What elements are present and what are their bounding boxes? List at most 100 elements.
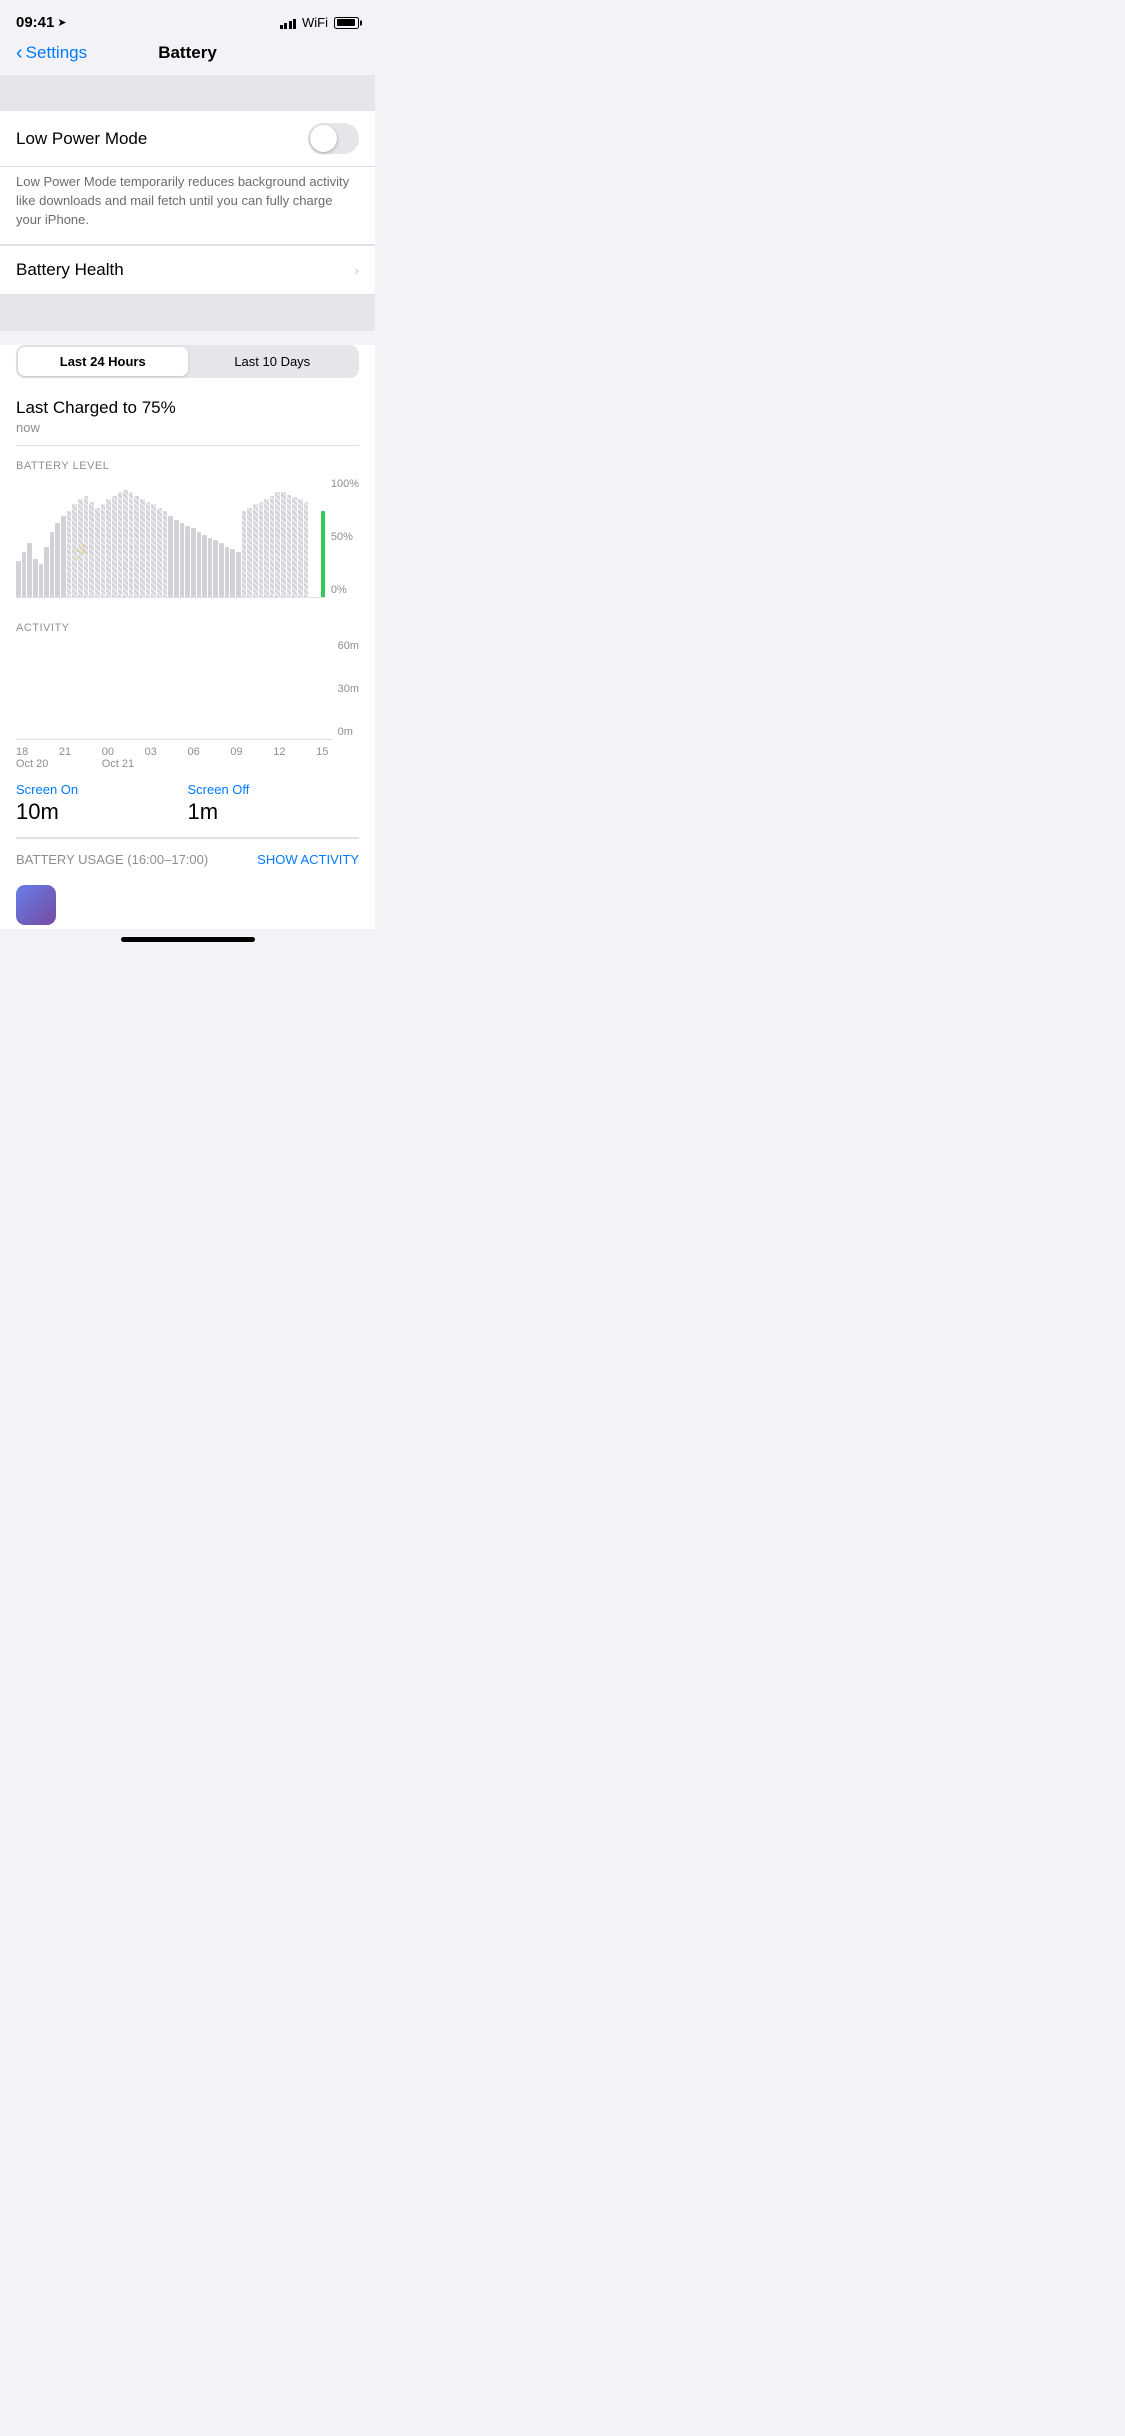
battery-bar bbox=[213, 540, 218, 597]
x-label-03: 03 bbox=[145, 746, 188, 770]
y-label-30m: 30m bbox=[338, 683, 359, 695]
toggle-thumb bbox=[310, 125, 337, 152]
battery-bar bbox=[27, 543, 32, 597]
battery-bar bbox=[22, 552, 27, 597]
battery-bar bbox=[270, 496, 275, 597]
battery-bar bbox=[197, 532, 202, 597]
battery-health-label: Battery Health bbox=[16, 260, 124, 280]
nav-bar: ‹ Settings Battery bbox=[0, 35, 375, 75]
battery-bar bbox=[134, 496, 139, 597]
x-label-06: 06 bbox=[188, 746, 231, 770]
battery-bar bbox=[168, 516, 173, 597]
battery-bar bbox=[264, 499, 269, 597]
battery-bar bbox=[151, 504, 156, 597]
low-power-description: Low Power Mode temporarily reduces backg… bbox=[0, 167, 375, 245]
x-axis-labels: 18 Oct 20 21 00 Oct 21 03 06 09 12 15 bbox=[16, 742, 359, 770]
battery-bar bbox=[202, 535, 207, 597]
time-range-segment[interactable]: Last 24 Hours Last 10 Days bbox=[16, 345, 359, 378]
screen-stats: Screen On 10m Screen Off 1m bbox=[16, 770, 359, 838]
status-bar: 09:41 ➤ WiFi bbox=[0, 0, 375, 35]
battery-bar bbox=[225, 547, 230, 597]
battery-bar bbox=[16, 561, 21, 597]
battery-bar bbox=[101, 504, 106, 597]
battery-bar bbox=[89, 502, 94, 597]
y-label-0: 0% bbox=[331, 584, 359, 596]
battery-bar bbox=[95, 508, 100, 597]
battery-bar bbox=[253, 504, 258, 597]
y-label-50: 50% bbox=[331, 531, 359, 543]
low-power-mode-row: Low Power Mode bbox=[0, 111, 375, 167]
settings-section-low-power: Low Power Mode Low Power Mode temporaril… bbox=[0, 111, 375, 245]
battery-health-row[interactable]: Battery Health › bbox=[0, 246, 375, 294]
battery-status-icon bbox=[334, 17, 359, 29]
low-power-mode-toggle[interactable] bbox=[308, 123, 359, 154]
back-button[interactable]: ‹ Settings bbox=[16, 43, 87, 63]
activity-chart: 60m 30m 0m bbox=[16, 640, 359, 740]
battery-bar bbox=[123, 490, 128, 597]
battery-bar bbox=[129, 492, 134, 597]
battery-bar bbox=[61, 516, 66, 597]
battery-level-label: BATTERY LEVEL bbox=[16, 446, 359, 478]
x-label-21: 21 bbox=[59, 746, 102, 770]
back-label: Settings bbox=[26, 43, 87, 63]
battery-bar bbox=[287, 495, 292, 597]
battery-bar bbox=[236, 552, 241, 597]
show-activity-button[interactable]: SHOW ACTIVITY bbox=[257, 852, 359, 867]
battery-bar bbox=[180, 523, 185, 597]
battery-bar bbox=[112, 496, 117, 597]
low-power-mode-label: Low Power Mode bbox=[16, 129, 147, 149]
battery-bar bbox=[208, 538, 213, 598]
battery-bar bbox=[84, 496, 89, 597]
screen-off-value: 1m bbox=[188, 799, 360, 825]
activity-label: ACTIVITY bbox=[16, 608, 359, 640]
battery-bar bbox=[292, 497, 297, 597]
x-label-18: 18 Oct 20 bbox=[16, 746, 59, 770]
battery-bar bbox=[55, 523, 60, 597]
battery-bar bbox=[304, 502, 309, 597]
screen-on-label: Screen On bbox=[16, 782, 188, 797]
battery-bar bbox=[140, 499, 145, 597]
battery-bar bbox=[281, 492, 286, 597]
battery-bar bbox=[191, 528, 196, 597]
y-label-0m: 0m bbox=[338, 726, 359, 738]
battery-bar bbox=[230, 549, 235, 597]
status-icons: WiFi bbox=[280, 15, 360, 30]
screen-off-label: Screen Off bbox=[188, 782, 360, 797]
segment-10d[interactable]: Last 10 Days bbox=[188, 347, 358, 376]
app-icon bbox=[16, 885, 56, 925]
screen-off-stat: Screen Off 1m bbox=[188, 782, 360, 825]
battery-bar bbox=[174, 520, 179, 597]
battery-bar bbox=[50, 532, 55, 597]
section-divider-middle bbox=[0, 295, 375, 331]
chevron-right-icon: › bbox=[354, 262, 359, 278]
battery-bar bbox=[44, 547, 49, 597]
battery-bar bbox=[185, 526, 190, 597]
battery-y-labels: 100% 50% 0% bbox=[325, 478, 359, 598]
activity-y-labels: 60m 30m 0m bbox=[332, 640, 359, 740]
battery-bar bbox=[72, 504, 77, 597]
battery-usage-footer: BATTERY USAGE (16:00–17:00) SHOW ACTIVIT… bbox=[16, 838, 359, 877]
wifi-icon: WiFi bbox=[302, 15, 328, 30]
screen-on-stat: Screen On 10m bbox=[16, 782, 188, 825]
x-label-09: 09 bbox=[230, 746, 273, 770]
home-indicator bbox=[121, 937, 255, 942]
charts-section: Last 24 Hours Last 10 Days Last Charged … bbox=[0, 345, 375, 929]
battery-bar bbox=[259, 502, 264, 597]
battery-bar bbox=[247, 508, 252, 597]
battery-bar bbox=[78, 499, 83, 597]
charge-time: now bbox=[16, 420, 359, 435]
battery-bar bbox=[39, 564, 44, 597]
battery-bar bbox=[33, 559, 38, 597]
x-label-12: 12 bbox=[273, 746, 316, 770]
charge-info: Last Charged to 75% now bbox=[16, 394, 359, 446]
battery-bar bbox=[298, 499, 303, 597]
battery-bar bbox=[157, 508, 162, 597]
battery-bar bbox=[67, 511, 72, 597]
battery-bar bbox=[275, 492, 280, 597]
battery-bar bbox=[242, 511, 247, 597]
charge-title: Last Charged to 75% bbox=[16, 398, 359, 418]
battery-bar bbox=[321, 511, 326, 597]
location-icon: ➤ bbox=[57, 16, 66, 29]
segment-24h[interactable]: Last 24 Hours bbox=[18, 347, 188, 376]
battery-bar bbox=[163, 511, 168, 597]
